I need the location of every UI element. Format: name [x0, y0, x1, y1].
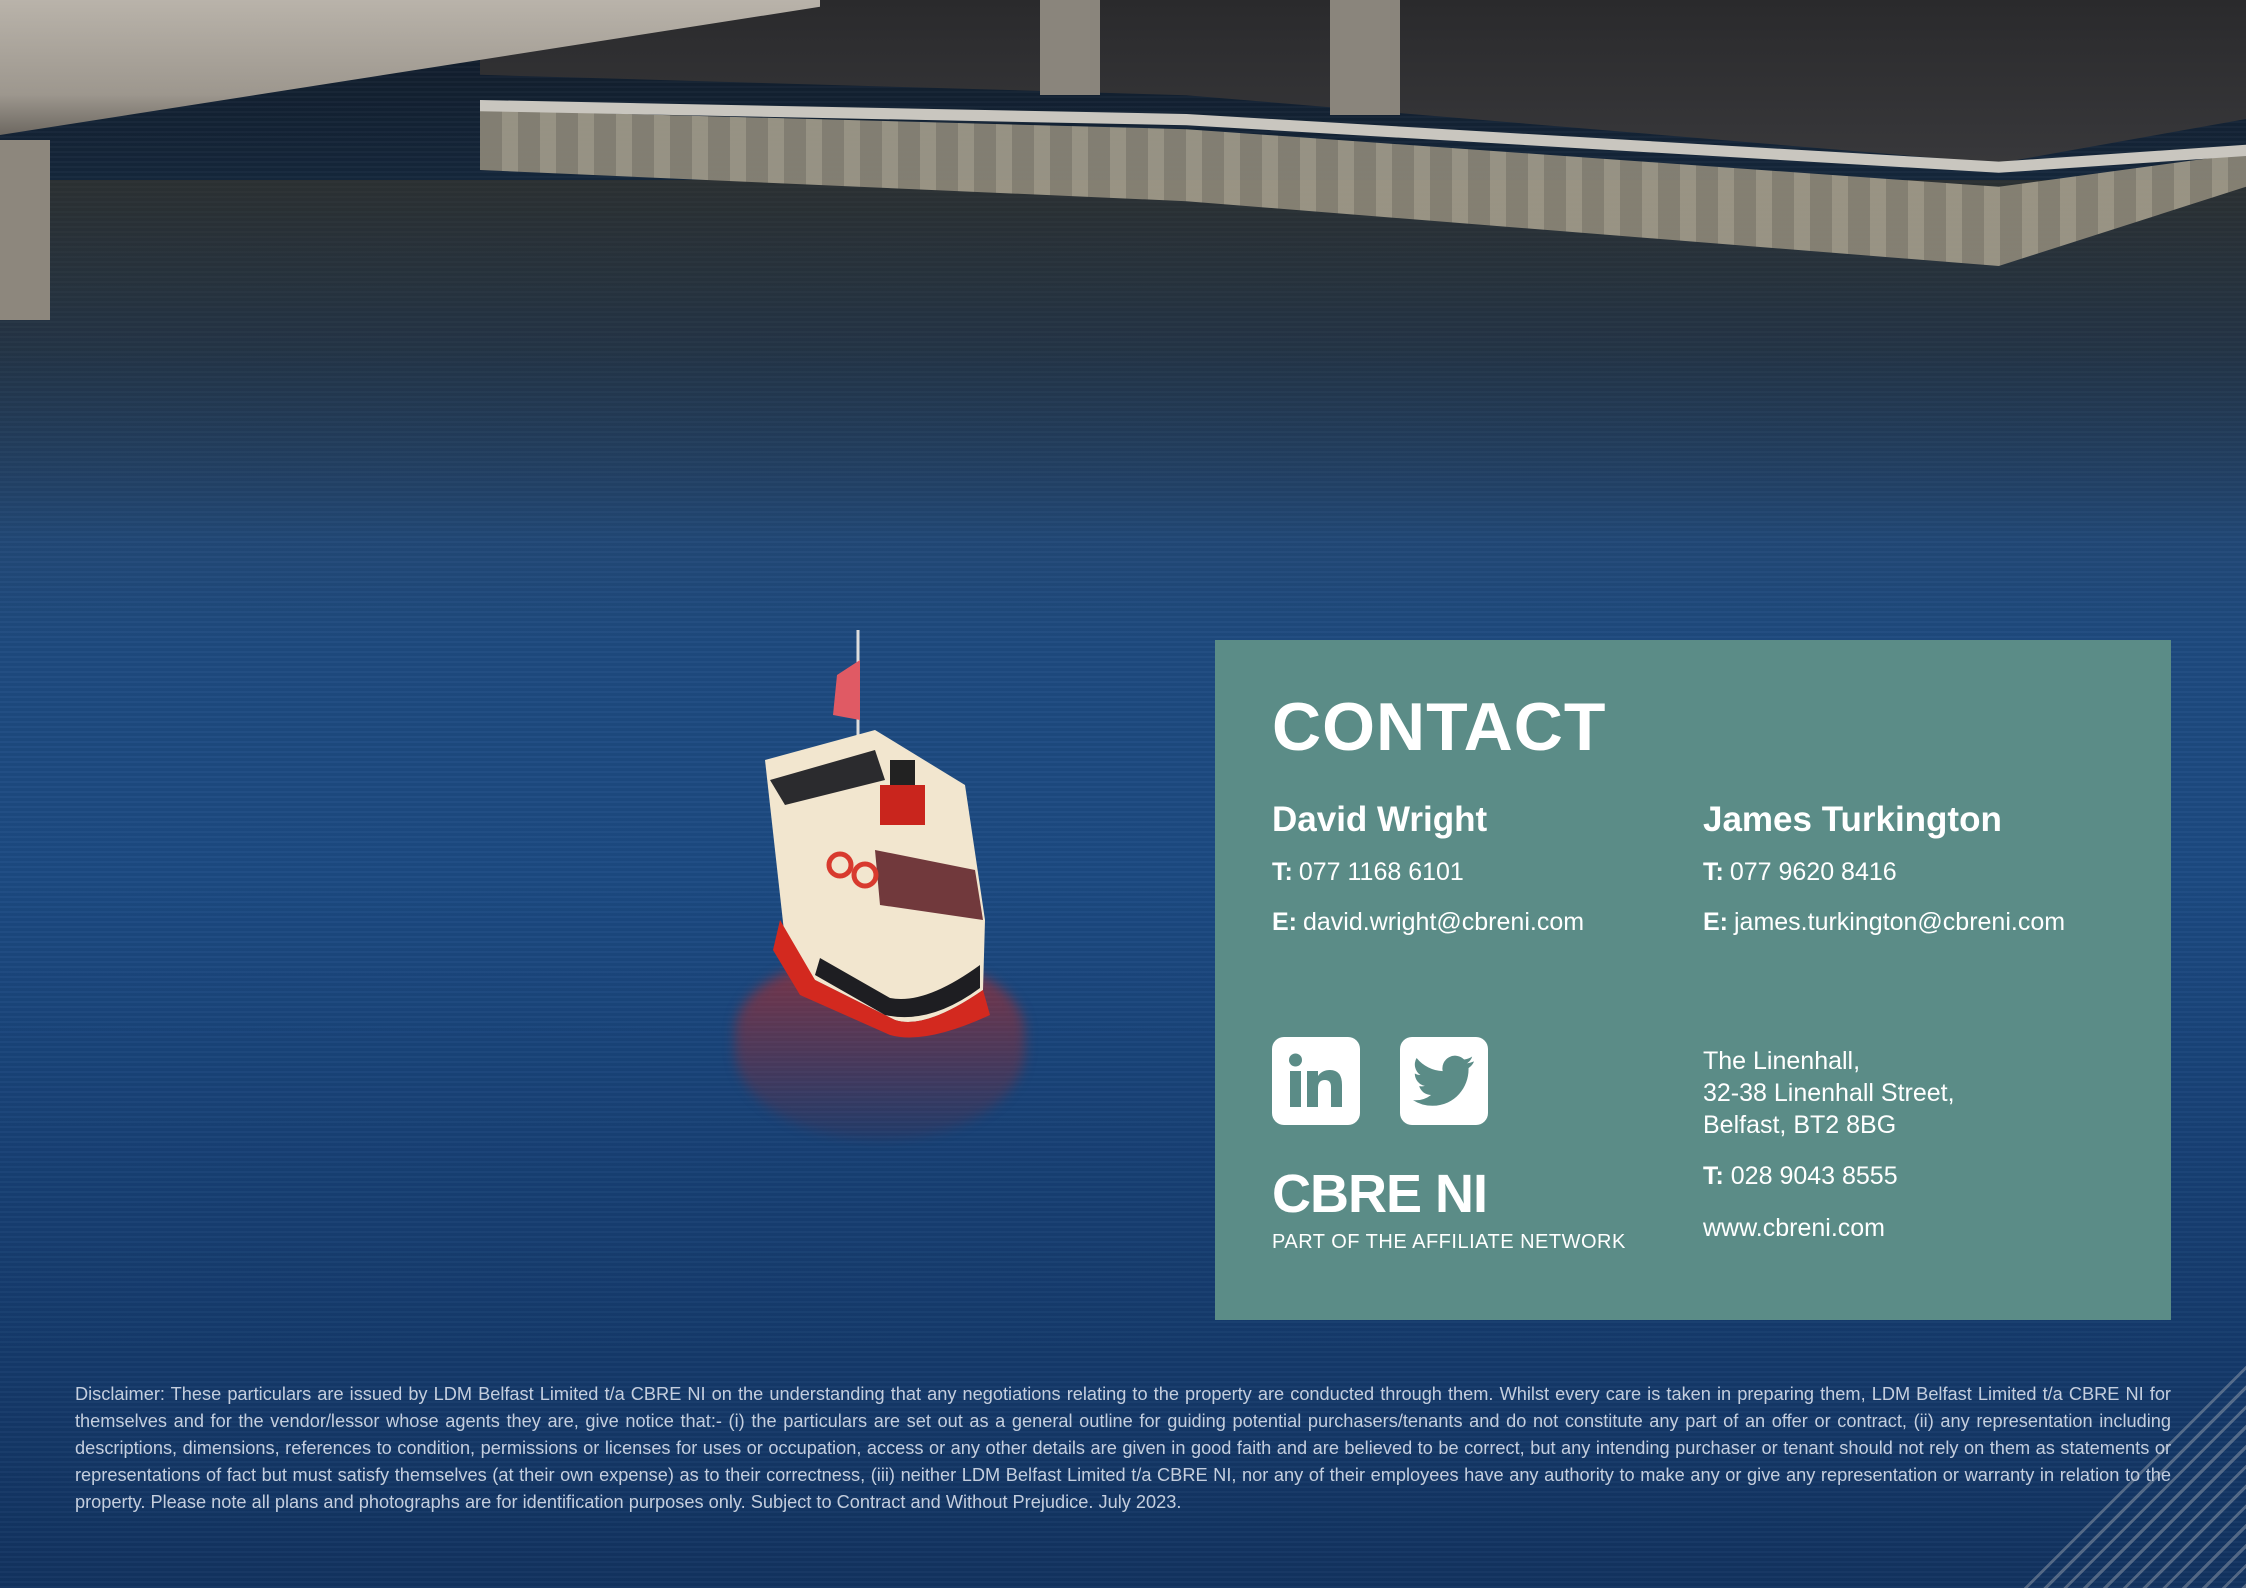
contact-panel: CONTACT David Wright T: 077 1168 6101 E: d…	[1215, 640, 2171, 1320]
address-line: Belfast, BT2 8BG	[1703, 1111, 1897, 1139]
contact-title: CONTACT	[1272, 689, 1607, 765]
bridge-column	[1330, 0, 1400, 115]
phone-label: T:	[1703, 1162, 1724, 1190]
person-name: James Turkington	[1703, 800, 2002, 839]
address-line: 32-38 Linenhall Street,	[1703, 1079, 1955, 1107]
phone-label: T:	[1272, 858, 1293, 886]
contact-person-james-turkington: James Turkington T: 077 9620 8416 E: james…	[1703, 800, 2065, 958]
contact-person-david-wright: David Wright T: 077 1168 6101 E: david.wri…	[1272, 800, 1584, 958]
logo-wordmark: CBRE NI	[1272, 1164, 1488, 1224]
email-link[interactable]: james.turkington@cbreni.com	[1734, 908, 2065, 936]
social-links	[1272, 1037, 1488, 1125]
email-label: E:	[1272, 908, 1297, 936]
bridge-column	[1040, 0, 1100, 95]
email-link[interactable]: david.wright@cbreni.com	[1303, 908, 1584, 936]
office-address: The Linenhall, 32-38 Linenhall Street, B…	[1703, 1045, 1955, 1141]
disclaimer-text: Disclaimer: These particulars are issued…	[75, 1384, 2171, 1512]
phone-number[interactable]: 077 9620 8416	[1730, 858, 1897, 886]
twitter-button[interactable]	[1400, 1037, 1488, 1125]
person-email: E: david.wright@cbreni.com	[1272, 908, 1584, 937]
website-link[interactable]: www.cbreni.com	[1703, 1214, 1885, 1243]
person-phone: T: 077 1168 6101	[1272, 858, 1584, 887]
boat-image	[765, 630, 990, 1038]
address-line: The Linenhall,	[1703, 1047, 1861, 1075]
phone-number[interactable]: 077 1168 6101	[1299, 858, 1464, 886]
person-phone: T: 077 9620 8416	[1703, 858, 2065, 887]
linkedin-button[interactable]	[1272, 1037, 1360, 1125]
cbre-ni-logo: CBRE NI PART OF THE AFFILIATE NETWORK	[1272, 1167, 1626, 1254]
phone-label: T:	[1703, 858, 1724, 886]
person-name: David Wright	[1272, 800, 1488, 839]
linkedin-icon	[1289, 1053, 1342, 1107]
bridge-pier	[0, 140, 50, 320]
person-email: E: james.turkington@cbreni.com	[1703, 908, 2065, 937]
office-phone: T: 028 9043 8555	[1703, 1162, 1898, 1191]
twitter-icon	[1413, 1055, 1474, 1106]
email-label: E:	[1703, 908, 1728, 936]
phone-number[interactable]: 028 9043 8555	[1731, 1162, 1898, 1190]
logo-tagline: PART OF THE AFFILIATE NETWORK	[1272, 1231, 1626, 1253]
